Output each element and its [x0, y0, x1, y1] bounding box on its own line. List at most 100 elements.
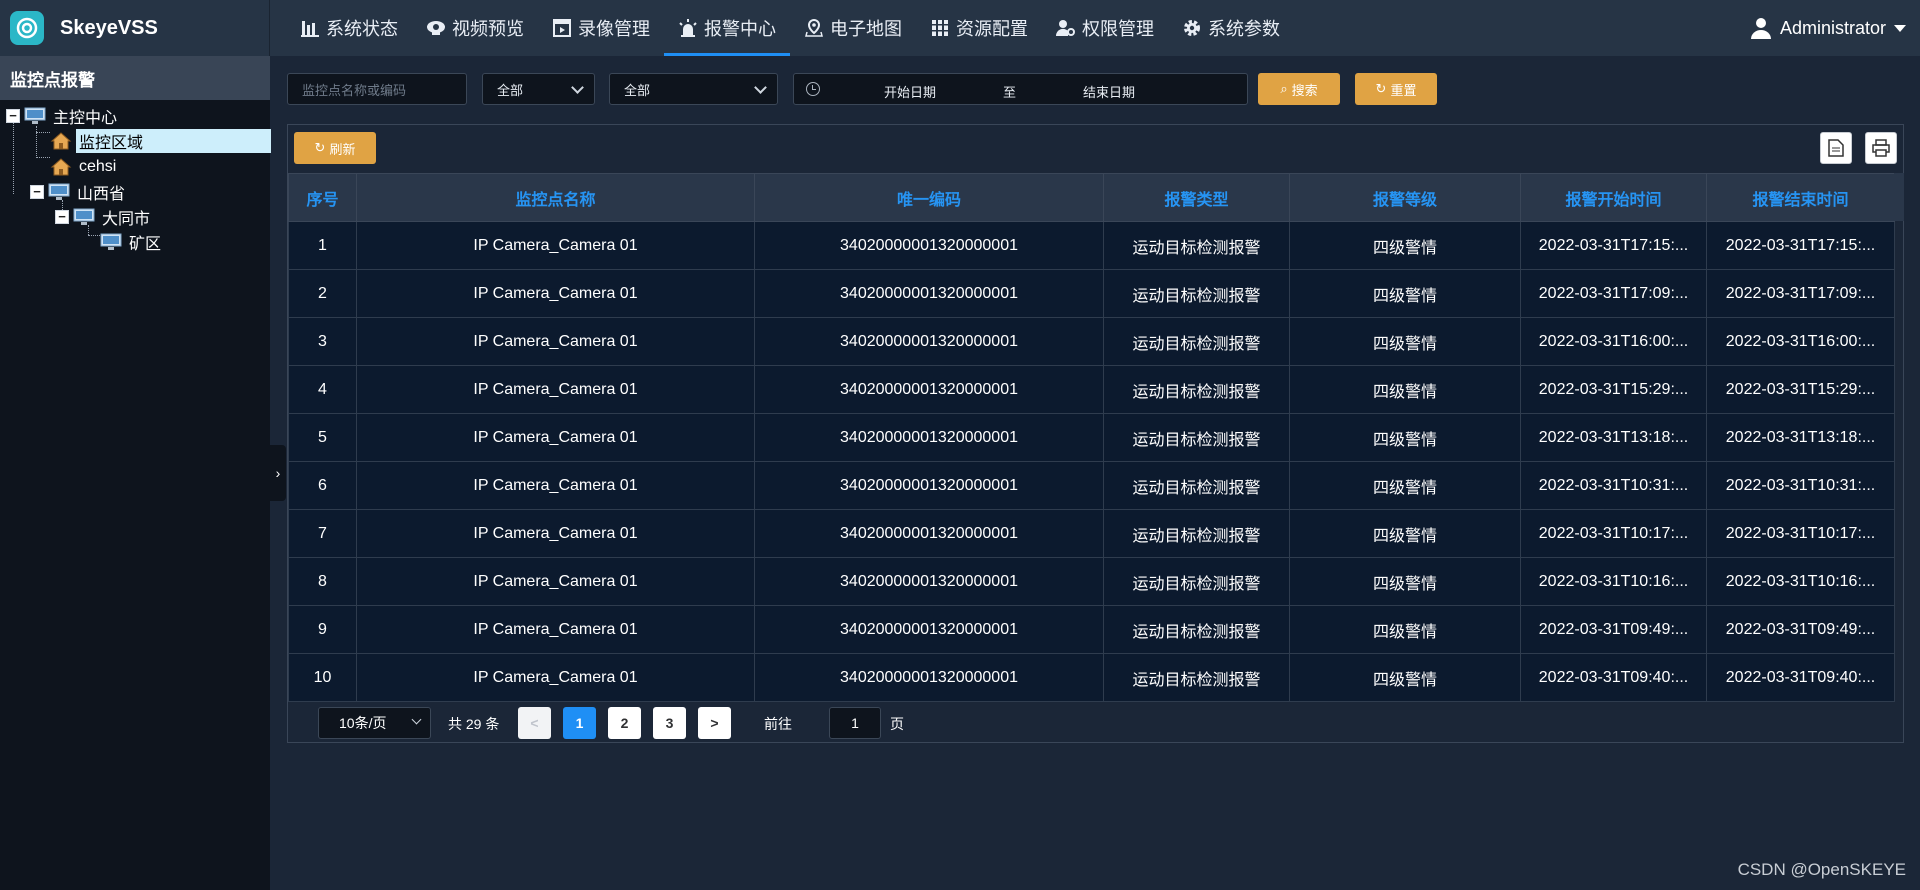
page-button-2[interactable]: 2	[608, 707, 641, 739]
table-cell: 四级警情	[1289, 557, 1521, 606]
page-button-1[interactable]: 1	[563, 707, 596, 739]
caret-down-icon	[1894, 24, 1906, 32]
video-file-icon	[552, 18, 572, 38]
house-icon	[50, 132, 72, 150]
reset-button[interactable]: ↻ 重置	[1355, 73, 1437, 105]
collapse-toggle[interactable]: −	[30, 185, 44, 199]
nav-item-system-status[interactable]: 系统状态	[286, 0, 412, 56]
nav-label: 视频预览	[452, 19, 524, 39]
table-cell: 2022-03-31T09:40:...	[1706, 653, 1895, 702]
page-button-3[interactable]: 3	[653, 707, 686, 739]
print-button[interactable]	[1865, 132, 1897, 164]
table-row[interactable]: 10 IP Camera_Camera 01 3402000000132000000…	[288, 653, 1895, 702]
table-cell: 运动目标检测报警	[1103, 269, 1290, 318]
table-cell: IP Camera_Camera 01	[356, 269, 755, 318]
tree-node-kuangqu[interactable]: 矿区	[100, 231, 164, 253]
clock-icon	[806, 82, 820, 96]
reset-button-label: 重置	[1390, 82, 1417, 98]
alarm-level-select[interactable]: 全部	[609, 73, 778, 105]
column-header[interactable]: 报警类型	[1103, 173, 1290, 222]
bar-chart-icon	[300, 18, 320, 38]
tree-node-datong[interactable]: − 大同市	[55, 206, 153, 228]
table-row[interactable]: 8 IP Camera_Camera 01 34020000001320000001…	[288, 557, 1895, 606]
column-header[interactable]: 唯一编码	[754, 173, 1104, 222]
nav-item-system-params[interactable]: 系统参数	[1168, 0, 1294, 56]
search-input[interactable]: 监控点名称或编码	[287, 73, 467, 105]
table-row[interactable]: 3 IP Camera_Camera 01 34020000001320000001…	[288, 317, 1895, 366]
nav-item-e-map[interactable]: 电子地图	[790, 0, 916, 56]
alarm-type-select[interactable]: 全部	[482, 73, 595, 105]
next-page-button[interactable]: >	[698, 707, 731, 739]
nav-item-alarm-center[interactable]: 报警中心	[664, 0, 790, 56]
export-button[interactable]	[1820, 132, 1852, 164]
table-cell: 四级警情	[1289, 221, 1521, 270]
table-row[interactable]: 5 IP Camera_Camera 01 34020000001320000001…	[288, 413, 1895, 462]
date-range-picker[interactable]: 开始日期 至 结束日期	[793, 73, 1248, 105]
search-button-label: 搜索	[1291, 82, 1318, 98]
table-cell: IP Camera_Camera 01	[356, 509, 755, 558]
table-cell: 2022-03-31T10:31:...	[1706, 461, 1895, 510]
table-cell: 运动目标检测报警	[1103, 413, 1290, 462]
nav-item-permissions[interactable]: 权限管理	[1042, 0, 1168, 56]
table-cell: 运动目标检测报警	[1103, 365, 1290, 414]
table-cell: 2022-03-31T09:49:...	[1520, 605, 1707, 654]
sidebar-collapse-handle[interactable]: ›	[270, 445, 286, 501]
nav-item-video-preview[interactable]: 视频预览	[412, 0, 538, 56]
table-cell: 2022-03-31T10:17:...	[1706, 509, 1895, 558]
table-cell: 2022-03-31T10:16:...	[1520, 557, 1707, 606]
table-cell: 2022-03-31T17:15:...	[1520, 221, 1707, 270]
prev-page-button[interactable]: <	[518, 707, 551, 739]
chevron-down-icon	[754, 80, 767, 94]
table-row[interactable]: 9 IP Camera_Camera 01 34020000001320000001…	[288, 605, 1895, 654]
tree-node-cehsi[interactable]: cehsi	[50, 156, 119, 178]
page-number: 2	[620, 715, 629, 731]
monitor-icon	[48, 183, 70, 200]
tree-node-monitor-area[interactable]: 监控区域	[50, 129, 271, 153]
refresh-icon: ↻	[314, 140, 326, 155]
table-header-row: 序号 监控点名称 唯一编码 报警类型 报警等级 报警开始时间 报警结束时间	[288, 173, 1895, 222]
table-row[interactable]: 4 IP Camera_Camera 01 34020000001320000001…	[288, 365, 1895, 414]
table-cell: IP Camera_Camera 01	[356, 221, 755, 270]
table-scrollbar-gutter	[1894, 173, 1904, 221]
page-size-select[interactable]: 10条/页	[318, 707, 431, 739]
table-row[interactable]: 6 IP Camera_Camera 01 34020000001320000001…	[288, 461, 1895, 510]
table-row[interactable]: 1 IP Camera_Camera 01 34020000001320000001…	[288, 221, 1895, 270]
select-value: 全部	[624, 82, 651, 98]
column-header[interactable]: 监控点名称	[356, 173, 755, 222]
start-date-input[interactable]: 开始日期	[884, 82, 936, 101]
nav-label: 资源配置	[956, 19, 1028, 39]
chevron-down-icon	[411, 714, 422, 725]
tree-connector	[13, 122, 14, 194]
table-row[interactable]: 7 IP Camera_Camera 01 34020000001320000001…	[288, 509, 1895, 558]
column-header[interactable]: 报警开始时间	[1520, 173, 1707, 222]
table-cell: 四级警情	[1289, 413, 1521, 462]
table-row[interactable]: 2 IP Camera_Camera 01 34020000001320000001…	[288, 269, 1895, 318]
monitor-icon	[100, 233, 122, 250]
select-value: 全部	[497, 82, 524, 98]
search-button[interactable]: ⌕ 搜索	[1258, 73, 1340, 105]
nav-label: 权限管理	[1082, 19, 1154, 39]
refresh-button-label: 刷新	[329, 141, 356, 157]
table-cell: 34020000001320000001	[754, 461, 1104, 510]
user-icon	[1750, 18, 1771, 39]
refresh-button[interactable]: ↻ 刷新	[294, 132, 376, 164]
collapse-toggle[interactable]: −	[55, 210, 69, 224]
goto-page-input[interactable]: 1	[829, 707, 881, 739]
printer-icon	[1872, 139, 1890, 157]
end-date-input[interactable]: 结束日期	[1083, 82, 1135, 101]
app-name: SkeyeVSS	[60, 16, 158, 39]
column-header[interactable]: 报警等级	[1289, 173, 1521, 222]
tree-node-main-center[interactable]: − 主控中心	[6, 105, 120, 127]
user-menu[interactable]: Administrator	[1750, 0, 1906, 56]
tree-node-label: 主控中心	[53, 110, 118, 127]
table-cell: 2022-03-31T15:29:...	[1706, 365, 1895, 414]
table-cell: 3	[288, 317, 357, 366]
column-header[interactable]: 报警结束时间	[1706, 173, 1895, 222]
column-header[interactable]: 序号	[288, 173, 357, 222]
table-cell: 34020000001320000001	[754, 605, 1104, 654]
tree-node-shanxi[interactable]: − 山西省	[30, 181, 128, 203]
alarm-table-panel: ↻ 刷新 序号 监控点名称 唯一编码 报警类型 报警等级 报警开始时间 报警结束…	[287, 124, 1904, 743]
collapse-toggle[interactable]: −	[6, 109, 20, 123]
nav-item-recording[interactable]: 录像管理	[538, 0, 664, 56]
nav-item-resources[interactable]: 资源配置	[916, 0, 1042, 56]
